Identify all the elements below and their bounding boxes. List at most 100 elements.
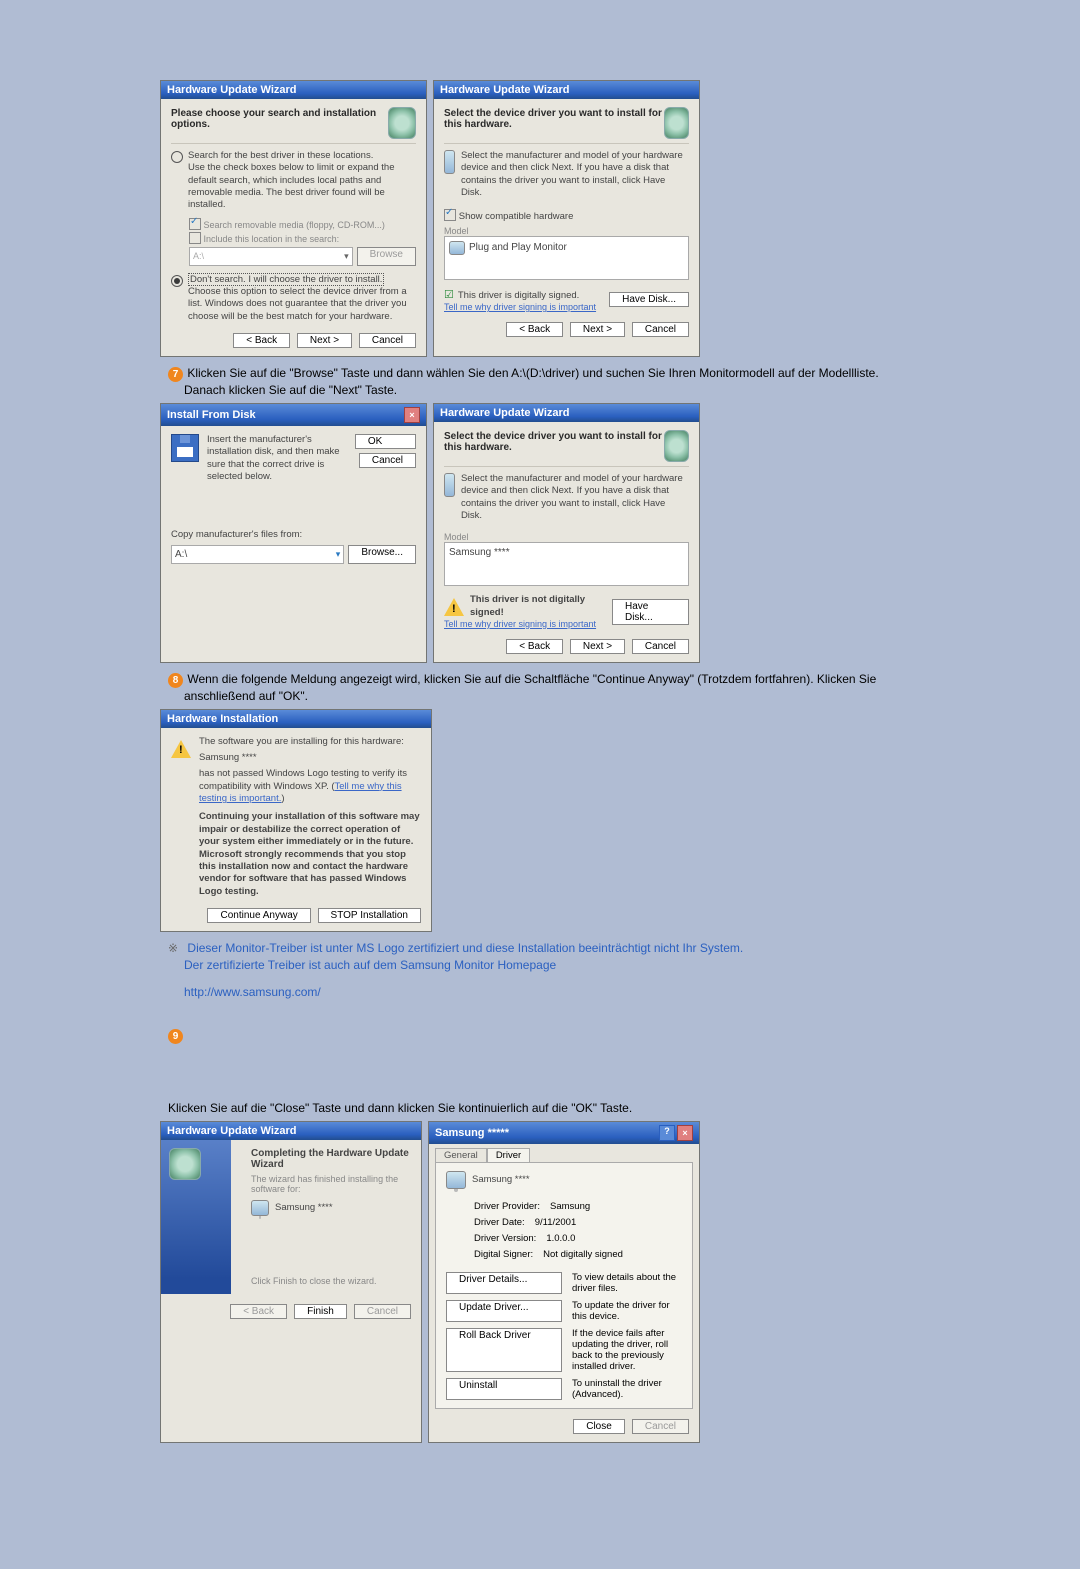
heading: Please choose your search and installati… <box>171 108 388 130</box>
cancel-button[interactable]: Cancel <box>354 1304 411 1319</box>
monitor-icon <box>449 241 465 255</box>
step-number: 9 <box>168 1029 183 1044</box>
model-item: Samsung **** <box>449 547 510 558</box>
close-icon[interactable]: × <box>677 1125 693 1141</box>
title: Hardware Update Wizard <box>440 84 570 96</box>
floppy-icon <box>171 434 199 462</box>
cancel-button[interactable]: Cancel <box>632 639 689 654</box>
back-button[interactable]: < Back <box>230 1304 287 1319</box>
wizard-side-art <box>161 1140 231 1294</box>
title: Install From Disk <box>167 409 256 421</box>
tab-general[interactable]: General <box>435 1148 487 1162</box>
cancel-button[interactable]: Cancel <box>359 333 416 348</box>
signing-link[interactable]: Tell me why driver signing is important <box>444 302 596 312</box>
back-button[interactable]: < Back <box>506 322 563 337</box>
radio-dont-search-note: Choose this option to select the device … <box>188 286 416 323</box>
close-button[interactable]: Close <box>573 1419 625 1434</box>
tab-driver[interactable]: Driver <box>487 1148 530 1162</box>
cancel-button[interactable]: Cancel <box>359 453 416 468</box>
val-date: 9/11/2001 <box>535 1217 577 1228</box>
wizard-search-options: Hardware Update Wizard Please choose you… <box>160 80 427 357</box>
radio-dont-search[interactable]: Don't search. I will choose the driver t… <box>171 274 416 323</box>
copy-from-label: Copy manufacturer's files from: <box>171 529 416 541</box>
hwinstall-line1: The software you are installing for this… <box>199 736 421 748</box>
heading: Select the device driver you want to ins… <box>444 108 664 130</box>
model-item: Plug and Play Monitor <box>469 242 567 253</box>
hwinstall-line3: has not passed Windows Logo testing to v… <box>199 768 421 805</box>
next-button[interactable]: Next > <box>297 333 352 348</box>
uninstall-desc: To uninstall the driver (Advanced). <box>572 1378 682 1400</box>
samsung-url[interactable]: http://www.samsung.com/ <box>184 985 920 999</box>
copy-from-field[interactable]: A:\▾ <box>171 545 344 564</box>
monitor-icon <box>446 1171 466 1189</box>
click-finish: Click Finish to close the wizard. <box>251 1276 411 1286</box>
title: Samsung ***** <box>435 1127 509 1139</box>
checkbox-include-loc[interactable] <box>189 232 201 244</box>
radio-search[interactable]: Search for the best driver in these loca… <box>171 150 416 212</box>
monitor-icon <box>444 150 455 174</box>
chip-icon <box>388 107 416 139</box>
continue-anyway-button[interactable]: Continue Anyway <box>207 908 310 923</box>
update-driver-desc: To update the driver for this device. <box>572 1300 682 1322</box>
model-label: Model <box>444 226 689 236</box>
checkbox-removable-label: Search removable media (floppy, CD-ROM..… <box>204 220 385 230</box>
back-button[interactable]: < Back <box>233 333 290 348</box>
step-number: 7 <box>168 367 183 382</box>
cancel-button[interactable]: Cancel <box>632 1419 689 1434</box>
stop-installation-button[interactable]: STOP Installation <box>318 908 421 923</box>
completing-head: Completing the Hardware Update Wizard <box>251 1148 411 1170</box>
rollback-driver-desc: If the device fails after updating the d… <box>572 1328 682 1372</box>
hardware-installation-dialog: Hardware Installation ! The software you… <box>160 709 432 932</box>
checkbox-compatible-label: Show compatible hardware <box>459 211 574 222</box>
uninstall-button[interactable]: Uninstall <box>446 1378 562 1400</box>
finish-button[interactable]: Finish <box>294 1304 347 1319</box>
radio-dont-search-label: Don't search. I will choose the driver t… <box>188 273 384 286</box>
completing-sub: The wizard has finished installing the s… <box>251 1174 411 1194</box>
have-disk-button[interactable]: Have Disk... <box>612 599 689 625</box>
driver-details-button[interactable]: Driver Details... <box>446 1272 562 1294</box>
lbl-date: Driver Date: <box>474 1217 525 1228</box>
step7-text: 7 Klicken Sie auf die "Browse" Taste und… <box>160 365 920 399</box>
lbl-provider: Driver Provider: <box>474 1201 540 1212</box>
title: Hardware Update Wizard <box>167 1125 297 1137</box>
driver-properties-dialog: Samsung ***** ? × General Driver Samsung… <box>428 1121 700 1443</box>
hwinstall-line2: Samsung **** <box>199 752 421 764</box>
rollback-driver-button[interactable]: Roll Back Driver <box>446 1328 562 1372</box>
checkbox-compatible[interactable] <box>444 209 456 221</box>
title: Hardware Installation <box>167 713 278 725</box>
titlebar: Hardware Update Wizard <box>161 81 426 99</box>
cancel-button[interactable]: Cancel <box>632 322 689 337</box>
asterisk-icon: ※ <box>168 940 178 957</box>
install-disk-msg: Insert the manufacturer's installation d… <box>207 434 347 483</box>
step8-text: 8 Wenn die folgende Meldung angezeigt wi… <box>160 671 920 705</box>
select-driver-note: Select the manufacturer and model of you… <box>461 473 689 522</box>
wizard-select-driver-1: Hardware Update Wizard Select the device… <box>433 80 700 357</box>
update-driver-button[interactable]: Update Driver... <box>446 1300 562 1322</box>
back-button[interactable]: < Back <box>506 639 563 654</box>
ok-button[interactable]: OK <box>355 434 416 449</box>
checkbox-removable[interactable] <box>189 218 201 230</box>
val-provider: Samsung <box>550 1201 590 1212</box>
close-step-text: Klicken Sie auf die "Close" Taste und da… <box>160 1100 920 1117</box>
lbl-version: Driver Version: <box>474 1233 536 1244</box>
browse-button[interactable]: Browse... <box>348 545 416 564</box>
wizard-select-driver-2: Hardware Update Wizard Select the device… <box>433 403 700 663</box>
have-disk-button[interactable]: Have Disk... <box>609 292 689 307</box>
model-list[interactable]: Plug and Play Monitor <box>444 236 689 280</box>
signing-link[interactable]: Tell me why driver signing is important <box>444 619 612 629</box>
next-button[interactable]: Next > <box>570 639 625 654</box>
next-button[interactable]: Next > <box>570 322 625 337</box>
browse-button[interactable]: Browse <box>357 247 416 266</box>
install-from-disk-dialog: Install From Disk × Insert the manufactu… <box>160 403 427 663</box>
cert-note: ※ Dieser Monitor-Treiber ist unter MS Lo… <box>160 940 920 974</box>
step-number: 8 <box>168 673 183 688</box>
val-signer: Not digitally signed <box>543 1249 623 1260</box>
completing-device: Samsung **** <box>275 1202 333 1214</box>
hwinstall-bold: Continuing your installation of this sof… <box>199 811 421 897</box>
model-list[interactable]: Samsung **** <box>444 542 689 586</box>
wizard-completing: Hardware Update Wizard Completing the Ha… <box>160 1121 422 1443</box>
path-field[interactable]: A:\▾ <box>189 247 353 266</box>
help-icon[interactable]: ? <box>659 1125 675 1141</box>
signed-label: This driver is digitally signed. <box>444 288 596 302</box>
close-icon[interactable]: × <box>404 407 420 423</box>
